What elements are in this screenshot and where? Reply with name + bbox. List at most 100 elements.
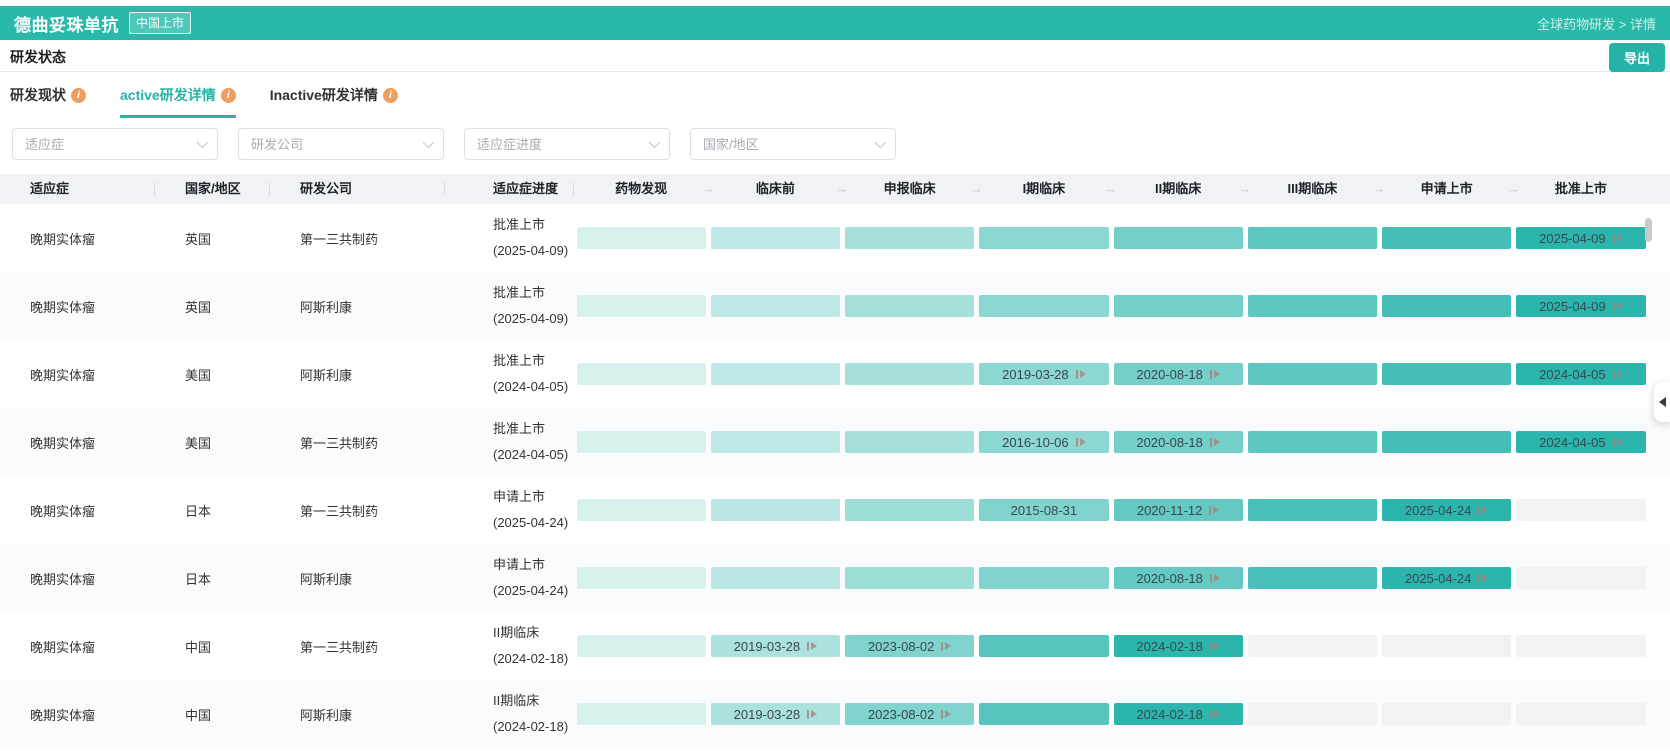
market-status-badge: 中国上市 — [129, 12, 191, 34]
filter-progress[interactable] — [464, 128, 670, 160]
progress-cell: 申请上市(2025-04-24) — [445, 552, 574, 604]
stage-date-label: 2024-04-05 — [1539, 435, 1606, 450]
col-header-indication: 适应症 — [0, 174, 155, 204]
stage-cell — [1245, 363, 1379, 385]
stage-cell: 2015-08-31 — [977, 499, 1111, 521]
app-header: 德曲妥珠单抗 中国上市 全球药物研发 > 详情 — [0, 6, 1670, 40]
stage-cell — [1380, 431, 1514, 453]
stage-cell — [708, 499, 842, 521]
stage-cell — [977, 567, 1111, 589]
filter-company[interactable] — [238, 128, 444, 160]
stage-cell: 2019-03-28 — [708, 703, 842, 725]
indication-cell: 晚期实体瘤 — [0, 501, 155, 520]
progress-cell: 申请上市(2025-04-24) — [445, 484, 574, 536]
indication-cell: 晚期实体瘤 — [0, 365, 155, 384]
progress-cell: II期临床(2024-02-18) — [445, 688, 574, 740]
progress-date: (2024-04-05) — [493, 442, 574, 468]
tab-active-detail[interactable]: active研发详情 i — [120, 72, 236, 118]
stage-bar-empty — [1248, 635, 1377, 657]
stage-date-marker-icon — [807, 642, 817, 651]
stage-bar — [577, 703, 706, 725]
stage-cell — [1245, 703, 1379, 725]
table-row: 晚期实体瘤日本阿斯利康申请上市(2025-04-24)2020-08-18202… — [0, 544, 1670, 612]
chevron-down-icon — [649, 137, 660, 148]
stage-cell: 2019-03-28 — [708, 635, 842, 657]
stage-date-marker-icon — [1076, 370, 1086, 379]
col-header-progress: 适应症进度 — [445, 174, 574, 204]
stage-bar — [577, 635, 706, 657]
stage-date-label: 2025-04-09 — [1539, 299, 1606, 314]
stage-bar-empty — [1516, 635, 1645, 657]
progress-date: (2025-04-24) — [493, 578, 574, 604]
filter-country-input[interactable] — [703, 137, 875, 152]
vertical-scrollbar-thumb[interactable] — [1645, 218, 1652, 242]
tab-label: 研发现状 — [10, 85, 66, 105]
stage-bar — [979, 227, 1108, 249]
stage-bar: 2025-04-24 — [1382, 499, 1511, 521]
progress-cell: 批准上市(2025-04-09) — [445, 212, 574, 264]
stage-date-marker-icon — [1076, 438, 1086, 447]
company-cell: 第一三共制药 — [270, 501, 445, 520]
stage-bar — [845, 295, 974, 317]
stage-date-marker-icon — [1210, 642, 1220, 651]
info-icon[interactable]: i — [71, 88, 86, 103]
stage-date-label: 2023-08-02 — [868, 707, 935, 722]
stage-cell: 2023-08-02 — [843, 635, 977, 657]
stage-bar — [1248, 431, 1377, 453]
stage-cell — [708, 431, 842, 453]
stage-date-marker-icon — [1478, 574, 1488, 583]
stage-date-marker-icon — [1210, 710, 1220, 719]
col-header-country: 国家/地区 — [155, 174, 270, 204]
breadcrumb[interactable]: 全球药物研发 > 详情 — [1537, 14, 1656, 33]
stage-date-marker-icon — [1613, 234, 1623, 243]
progress-status: II期临床 — [493, 620, 574, 646]
filter-company-input[interactable] — [251, 137, 423, 152]
stage-bar — [845, 431, 974, 453]
stage-cell: 2025-04-09 — [1514, 295, 1648, 317]
stage-cell — [1514, 567, 1648, 589]
filter-country[interactable] — [690, 128, 896, 160]
tab-inactive-detail[interactable]: Inactive研发详情 i — [270, 72, 398, 118]
stage-header: 临床前→ — [708, 174, 842, 204]
stage-cell: 2020-08-18 — [1111, 567, 1245, 589]
stage-cell — [1245, 499, 1379, 521]
stage-bar-empty — [1248, 703, 1377, 725]
company-cell: 阿斯利康 — [270, 569, 445, 588]
page-title: 研发状态 — [10, 47, 66, 67]
indication-cell: 晚期实体瘤 — [0, 637, 155, 656]
stage-cell: 2020-08-18 — [1111, 431, 1245, 453]
progress-cell: 批准上市(2024-04-05) — [445, 416, 574, 468]
stage-cell — [574, 295, 708, 317]
info-icon[interactable]: i — [221, 88, 236, 103]
stage-date-marker-icon — [1613, 438, 1623, 447]
progress-status: 批准上市 — [493, 348, 574, 374]
stage-cell — [1111, 227, 1245, 249]
progress-status: 申请上市 — [493, 484, 574, 510]
stage-cell — [843, 431, 977, 453]
collapse-panel-handle[interactable] — [1654, 382, 1670, 422]
tab-rd-status[interactable]: 研发现状 i — [10, 72, 86, 118]
chevron-down-icon — [197, 137, 208, 148]
stage-header: II期临床→ — [1111, 174, 1245, 204]
progress-status: 批准上市 — [493, 280, 574, 306]
stage-date-label: 2024-02-18 — [1136, 707, 1203, 722]
export-button[interactable]: 导出 — [1609, 43, 1665, 72]
country-cell: 美国 — [155, 365, 270, 384]
stage-bar — [577, 295, 706, 317]
progress-date: (2024-02-18) — [493, 714, 574, 740]
filter-indication-input[interactable] — [25, 137, 197, 152]
country-cell: 美国 — [155, 433, 270, 452]
stage-bar — [1382, 363, 1511, 385]
stage-bar — [711, 363, 840, 385]
info-icon[interactable]: i — [383, 88, 398, 103]
filter-progress-input[interactable] — [477, 137, 649, 152]
filter-indication[interactable] — [12, 128, 218, 160]
stage-header: 申报临床→ — [843, 174, 977, 204]
stage-cell: 2016-10-06 — [977, 431, 1111, 453]
chevron-down-icon — [423, 137, 434, 148]
stage-date-label: 2025-04-09 — [1539, 231, 1606, 246]
table-header: 适应症 国家/地区 研发公司 适应症进度 药物发现→ 临床前→ 申报临床→ I期… — [0, 174, 1670, 204]
stage-date-label: 2020-08-18 — [1136, 435, 1203, 450]
stage-cell — [1380, 635, 1514, 657]
stage-bar — [979, 703, 1108, 725]
